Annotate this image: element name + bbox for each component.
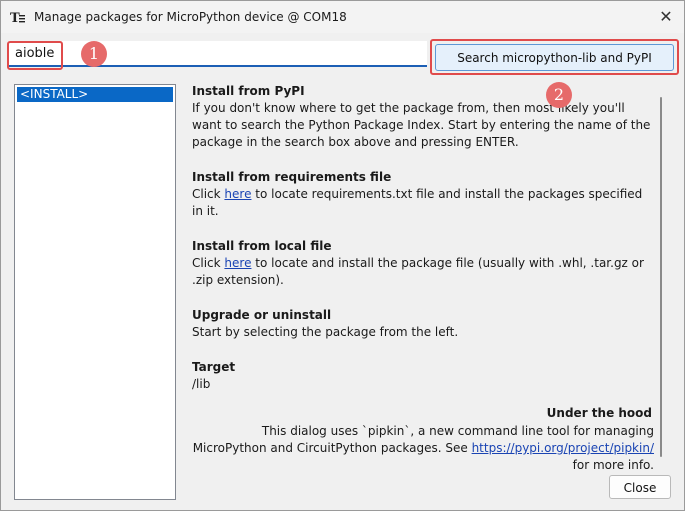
info-scrollbar[interactable] [660,97,662,457]
local-here-link[interactable]: here [224,256,251,270]
svg-text:T: T [10,11,20,25]
heading-under-the-hood: Under the hood [546,406,652,420]
close-icon[interactable]: ✕ [654,5,678,29]
requirements-post: to locate requirements.txt file and inst… [192,187,643,218]
section-target: Target /lib [192,359,654,393]
window-title: Manage packages for MicroPython device @… [34,10,347,24]
thonny-app-icon: T [10,11,25,25]
section-install-local: Install from local file Click here to lo… [192,238,654,289]
text-install-pypi: If you don't know where to get the packa… [192,101,651,149]
text-target: /lib [192,377,211,391]
package-list[interactable]: <INSTALL> [14,84,176,500]
annotation-badge-1: 1 [81,41,107,67]
heading-target: Target [192,360,236,374]
heading-install-pypi: Install from PyPI [192,84,305,98]
package-search-input[interactable] [9,41,427,67]
heading-upgrade: Upgrade or uninstall [192,308,332,322]
heading-install-local: Install from local file [192,239,332,253]
heading-install-requirements: Install from requirements file [192,170,392,184]
pipkin-link[interactable]: https://pypi.org/project/pipkin/ [472,441,654,455]
requirements-here-link[interactable]: here [224,187,251,201]
section-install-requirements: Install from requirements file Click her… [192,169,654,220]
search-pypi-button[interactable]: Search micropython-lib and PyPI [435,44,674,71]
annotation-badge-2: 2 [546,82,572,108]
package-manager-dialog: T Manage packages for MicroPython device… [0,0,685,511]
text-under-the-hood: This dialog uses `pipkin`, a new command… [192,423,654,474]
local-post: to locate and install the package file (… [192,256,644,287]
text-install-requirements: Click here to locate requirements.txt fi… [192,186,654,220]
section-upgrade: Upgrade or uninstall Start by selecting … [192,307,654,341]
local-pre: Click [192,256,225,270]
text-upgrade: Start by selecting the package from the … [192,325,459,339]
requirements-pre: Click [192,187,225,201]
close-button[interactable]: Close [609,475,671,499]
text-install-local: Click here to locate and install the pac… [192,255,654,289]
title-bar: T Manage packages for MicroPython device… [1,1,684,33]
hood-post: for more info. [572,458,654,472]
info-panel: Install from PyPI If you don't know wher… [192,83,654,411]
section-install-pypi: Install from PyPI If you don't know wher… [192,83,654,151]
list-item-install[interactable]: <INSTALL> [17,87,173,102]
